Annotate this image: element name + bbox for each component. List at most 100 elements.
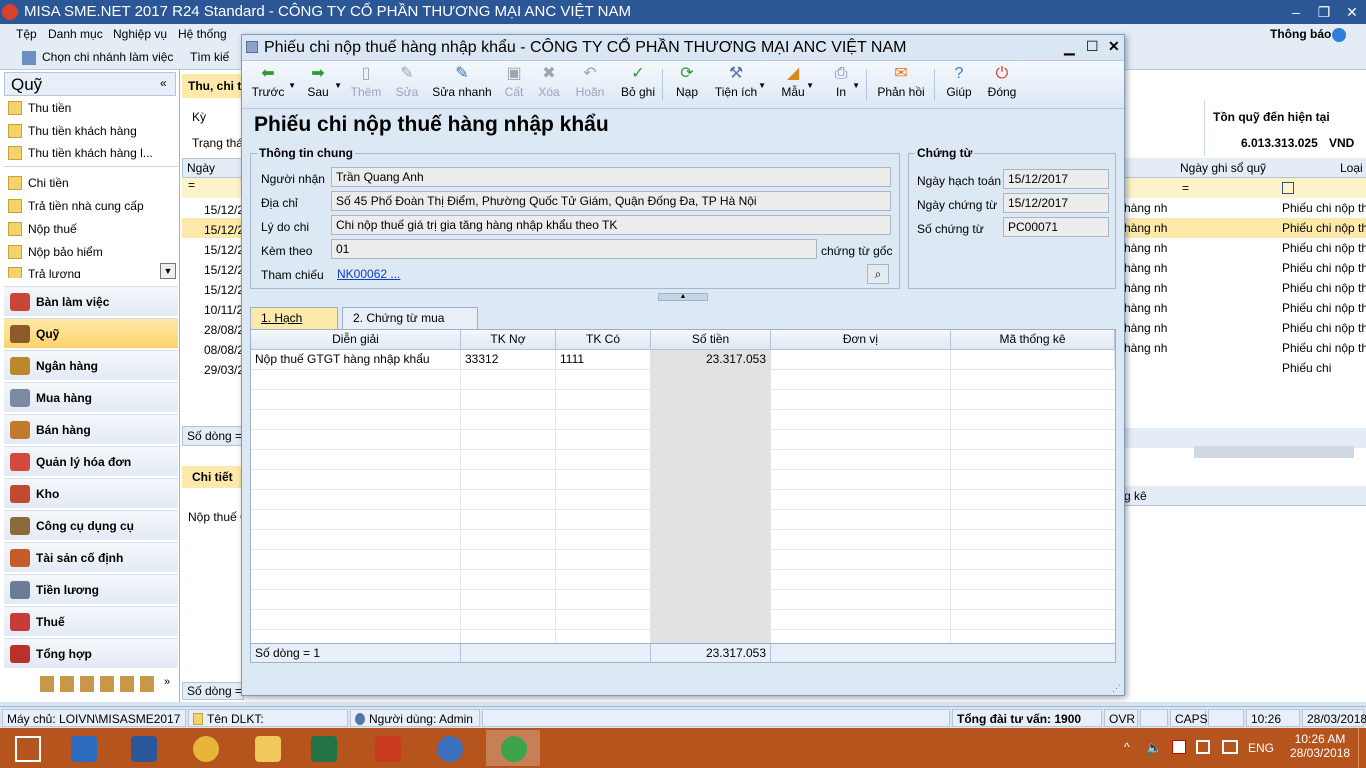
table-row-don-vi[interactable] xyxy=(771,350,951,370)
maximize-icon[interactable]: ☐ xyxy=(1086,38,1099,55)
col-dien-giai[interactable]: Diễn giải xyxy=(251,330,461,350)
col-ngay-hach-toan[interactable]: Ngày hạch xyxy=(182,158,244,178)
module-tien-luong[interactable]: Tiền lương xyxy=(4,574,178,604)
list-item[interactable]: Phiếu chi nộp thu xyxy=(1282,238,1366,258)
more-modules-icon[interactable]: » xyxy=(164,676,170,688)
sidebar-link-nop-bao-hiem[interactable]: Nộp bảo hiểm xyxy=(6,242,176,262)
table-row-so-tien[interactable]: 23.317.053 xyxy=(651,350,771,370)
resize-grip-icon[interactable]: ⋰ xyxy=(1112,683,1121,694)
feedback-button[interactable]: ✉ Phản hồi xyxy=(876,63,926,107)
list-item[interactable]: 15/12/2 xyxy=(204,200,244,220)
filter-checkbox[interactable] xyxy=(1282,182,1294,194)
scroll-down-icon[interactable]: ▼ xyxy=(160,263,176,279)
list-item[interactable]: 15/12/2 xyxy=(204,280,244,300)
quick-module-icons[interactable] xyxy=(40,676,160,692)
list-item[interactable]: 15/12/2 xyxy=(204,260,244,280)
module-ban-hang[interactable]: Bán hàng xyxy=(4,414,178,444)
list-item[interactable]: Phiếu chi nộp thu xyxy=(1282,318,1366,338)
sidebar-link-tra-luong[interactable]: Trả lương xyxy=(6,264,176,278)
keyboard-icon[interactable] xyxy=(1222,740,1238,754)
save-button[interactable]: ▣ Cất xyxy=(502,63,526,107)
delete-button[interactable]: ✖ Xóa xyxy=(536,63,562,107)
filter-eq[interactable]: = xyxy=(182,178,244,198)
taskbar-chat[interactable] xyxy=(486,730,540,766)
tab-chung-tu-mua-hang[interactable]: 2. Chứng từ mua hàng xyxy=(342,307,478,345)
module-mua-hang[interactable]: Mua hàng xyxy=(4,382,178,412)
list-item[interactable]: Phiếu chi nộp thu xyxy=(1282,278,1366,298)
menu-nghiep-vu[interactable]: Nghiệp vụ xyxy=(113,27,167,41)
taskbar-chrome[interactable] xyxy=(178,730,232,766)
search-button[interactable]: Tìm kiế xyxy=(190,50,229,64)
taskbar-game[interactable] xyxy=(360,730,414,766)
menu-tep[interactable]: Tệp xyxy=(16,27,37,41)
unpost-button[interactable]: ✓ Bỏ ghi xyxy=(620,63,656,107)
branch-select-button[interactable]: Chọn chi nhánh làm việc xyxy=(42,50,173,64)
col-ngay-ghi-so-quy[interactable]: Ngày ghi sổ quỹ xyxy=(1180,161,1266,175)
minimize-icon[interactable]: – xyxy=(1282,0,1310,24)
globe-icon[interactable] xyxy=(1332,28,1346,42)
edit-button[interactable]: ✎ Sửa xyxy=(392,63,422,107)
table-row-dien-giai[interactable]: Nộp thuế GTGT hàng nhập khẩu xyxy=(251,350,461,370)
col-don-vi[interactable]: Đơn vị xyxy=(771,330,951,350)
nguoi-nhan-field[interactable]: Trần Quang Anh xyxy=(331,167,891,187)
list-item[interactable]: 08/08/2 xyxy=(204,340,244,360)
taskbar-app-1[interactable] xyxy=(56,730,110,766)
template-button[interactable]: ◢ Mẫu ▼ xyxy=(780,63,814,107)
list-item[interactable]: Phiếu chi nộp thu xyxy=(1282,198,1366,218)
tab-chi-tiet[interactable]: Chi tiết xyxy=(182,466,244,488)
h-scrollbar[interactable] xyxy=(1194,446,1354,458)
module-cong-cu-dung-cu[interactable]: Công cụ dụng cụ xyxy=(4,510,178,540)
list-item[interactable]: 29/03/2 xyxy=(204,360,244,380)
reference-search-icon[interactable]: ⌕ xyxy=(867,264,889,284)
ngay-hach-toan-field[interactable]: 15/12/2017 xyxy=(1003,169,1109,189)
table-row-tk-no[interactable]: 33312 xyxy=(461,350,556,370)
menu-he-thong[interactable]: Hệ thống xyxy=(178,27,227,41)
module-tai-san-co-dinh[interactable]: Tài sản cố định xyxy=(4,542,178,572)
ly-do-field[interactable]: Chi nộp thuế giá trị gia tăng hàng nhập … xyxy=(331,215,891,235)
prev-button[interactable]: ⬅ Trước ▼ xyxy=(248,63,296,107)
list-item[interactable]: Phiếu chi nộp thu xyxy=(1282,258,1366,278)
sidebar-link-tra-tien-ncc[interactable]: Trả tiền nhà cung cấp xyxy=(6,196,176,216)
help-button[interactable]: ? Giúp xyxy=(944,63,974,107)
language-indicator[interactable]: ENG xyxy=(1248,741,1274,755)
tham-chieu-link[interactable]: NK00062 ... xyxy=(337,267,400,281)
list-item[interactable]: 15/12/2 xyxy=(204,220,244,240)
kem-theo-field[interactable]: 01 xyxy=(331,239,817,259)
close-icon[interactable]: ✕ xyxy=(1108,38,1120,55)
col-loai[interactable]: Loại xyxy=(1340,161,1363,175)
list-item[interactable]: Phiếu chi nộp thu xyxy=(1282,218,1366,238)
print-button[interactable]: ⎙ In ▼ xyxy=(830,63,860,107)
module-tong-hop[interactable]: Tổng hợp xyxy=(4,638,178,668)
so-chung-tu-field[interactable]: PC00071 xyxy=(1003,217,1109,237)
col-ma-thong-ke[interactable]: Mã thống kê xyxy=(951,330,1115,350)
list-item[interactable]: Phiếu chi nộp thu xyxy=(1282,338,1366,358)
collapse-icon[interactable]: « xyxy=(160,76,167,90)
splitter-handle[interactable]: ▲ xyxy=(658,293,708,301)
taskbar-misa[interactable] xyxy=(422,730,476,766)
quick-edit-button[interactable]: ✎ Sửa nhanh xyxy=(430,63,494,107)
list-item[interactable]: Phiếu chi nộp thu xyxy=(1282,298,1366,318)
module-kho[interactable]: Kho xyxy=(4,478,178,508)
sidebar-link-thu-tien[interactable]: Thu tiền xyxy=(6,98,176,118)
module-quan-ly-hoa-don[interactable]: Quản lý hóa đơn xyxy=(4,446,178,476)
module-ngan-hang[interactable]: Ngân hàng xyxy=(4,350,178,380)
notice-button[interactable]: Thông báo xyxy=(1270,27,1331,41)
list-item[interactable]: 15/12/2 xyxy=(204,240,244,260)
network-icon[interactable] xyxy=(1172,740,1186,754)
show-desktop-button[interactable] xyxy=(1358,728,1366,768)
list-item[interactable]: Phiếu chi xyxy=(1282,358,1366,378)
filter-eq-2[interactable]: = xyxy=(1182,181,1189,195)
taskbar-excel[interactable] xyxy=(296,730,350,766)
reload-button[interactable]: ⟳ Nạp xyxy=(674,63,700,107)
utilities-button[interactable]: ⚒ Tiện ích ▼ xyxy=(714,63,766,107)
start-button[interactable] xyxy=(0,730,54,766)
col-so-tien[interactable]: Số tiền xyxy=(651,330,771,350)
menu-danh-muc[interactable]: Danh mục xyxy=(48,27,103,41)
minimize-icon[interactable]: ▁ xyxy=(1064,39,1075,56)
module-thue[interactable]: Thuế xyxy=(4,606,178,636)
next-button[interactable]: ➡ Sau ▼ xyxy=(302,63,342,107)
sidebar-link-nop-thue[interactable]: Nộp thuế xyxy=(6,219,176,239)
tray-arrow-icon[interactable]: ^ xyxy=(1124,740,1130,754)
battery-icon[interactable] xyxy=(1196,740,1210,754)
table-row-tk-co[interactable]: 1111 xyxy=(556,350,651,370)
